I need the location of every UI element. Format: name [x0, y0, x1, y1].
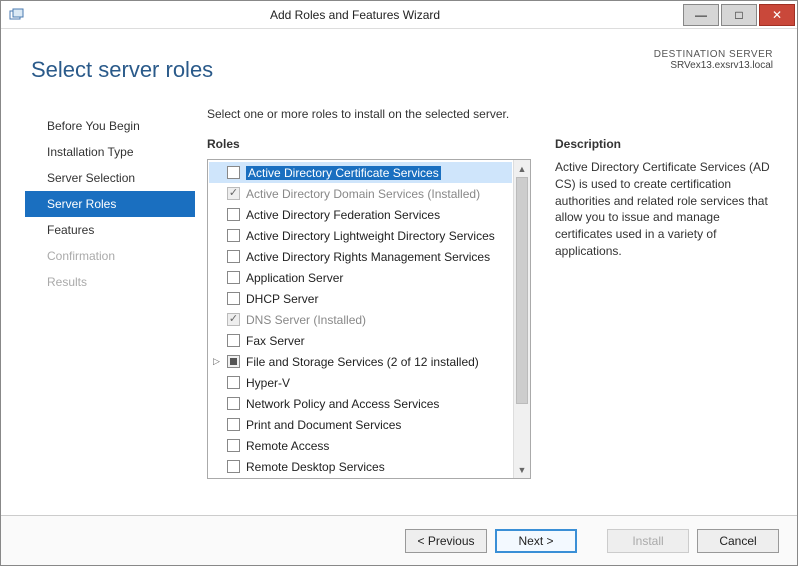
role-checkbox[interactable] [227, 271, 240, 284]
role-row[interactable]: DNS Server (Installed) [209, 309, 512, 330]
scroll-thumb[interactable] [516, 177, 528, 404]
role-label: DNS Server (Installed) [246, 313, 366, 327]
nav-item-before-you-begin[interactable]: Before You Begin [25, 113, 195, 139]
close-button[interactable]: ✕ [759, 4, 795, 26]
role-checkbox[interactable] [227, 439, 240, 452]
role-label: Active Directory Domain Services (Instal… [246, 187, 480, 201]
expander-icon[interactable]: ▷ [213, 356, 220, 367]
role-label: Active Directory Certificate Services [246, 166, 441, 180]
previous-button[interactable]: < Previous [405, 529, 487, 553]
role-checkbox[interactable] [227, 292, 240, 305]
description-label: Description [555, 137, 773, 151]
role-row[interactable]: Active Directory Lightweight Directory S… [209, 225, 512, 246]
role-label: DHCP Server [246, 292, 318, 306]
role-row[interactable]: Network Policy and Access Services [209, 393, 512, 414]
cancel-button[interactable]: Cancel [697, 529, 779, 553]
wizard-footer: < Previous Next > Install Cancel [1, 515, 797, 565]
role-row[interactable]: DHCP Server [209, 288, 512, 309]
role-row[interactable]: Active Directory Domain Services (Instal… [209, 183, 512, 204]
role-row[interactable]: ▷ File and Storage Services (2 of 12 inst… [209, 351, 512, 372]
role-checkbox[interactable] [227, 355, 240, 368]
role-row[interactable]: Hyper-V [209, 372, 512, 393]
role-row[interactable]: Remote Desktop Services [209, 456, 512, 477]
role-label: Fax Server [246, 334, 305, 348]
scroll-up-icon[interactable]: ▲ [514, 160, 530, 177]
role-label: Active Directory Rights Management Servi… [246, 250, 490, 264]
nav-item-results: Results [25, 269, 195, 295]
role-row[interactable]: Active Directory Federation Services [209, 204, 512, 225]
roles-scrollbar[interactable]: ▲ ▼ [513, 160, 530, 478]
role-label: Application Server [246, 271, 343, 285]
role-row[interactable]: Application Server [209, 267, 512, 288]
role-checkbox[interactable] [227, 418, 240, 431]
scroll-down-icon[interactable]: ▼ [514, 461, 530, 478]
role-row[interactable]: Remote Access [209, 435, 512, 456]
role-checkbox[interactable] [227, 397, 240, 410]
role-checkbox[interactable] [227, 460, 240, 473]
role-row[interactable]: Print and Document Services [209, 414, 512, 435]
role-checkbox[interactable] [227, 166, 240, 179]
description-text: Active Directory Certificate Services (A… [555, 159, 773, 260]
next-button[interactable]: Next > [495, 529, 577, 553]
minimize-button[interactable]: — [683, 4, 719, 26]
window-title: Add Roles and Features Wizard [27, 8, 683, 22]
role-checkbox [227, 187, 240, 200]
app-icon [7, 5, 27, 25]
nav-item-server-selection[interactable]: Server Selection [25, 165, 195, 191]
install-button: Install [607, 529, 689, 553]
role-label: Network Policy and Access Services [246, 397, 439, 411]
role-label: Remote Desktop Services [246, 460, 385, 474]
role-checkbox[interactable] [227, 376, 240, 389]
role-checkbox[interactable] [227, 334, 240, 347]
roles-listbox[interactable]: Active Directory Certificate Services Act… [207, 159, 531, 479]
title-bar: Add Roles and Features Wizard — □ ✕ [1, 1, 797, 29]
nav-item-installation-type[interactable]: Installation Type [25, 139, 195, 165]
instruction-text: Select one or more roles to install on t… [207, 107, 773, 121]
role-checkbox[interactable] [227, 250, 240, 263]
role-row[interactable]: Fax Server [209, 330, 512, 351]
role-label: Active Directory Federation Services [246, 208, 440, 222]
nav-item-features[interactable]: Features [25, 217, 195, 243]
wizard-nav: Before You BeginInstallation TypeServer … [25, 107, 195, 479]
role-row[interactable]: Active Directory Certificate Services [209, 162, 512, 183]
role-checkbox[interactable] [227, 208, 240, 221]
maximize-button[interactable]: □ [721, 4, 757, 26]
role-checkbox[interactable] [227, 229, 240, 242]
role-label: Hyper-V [246, 376, 290, 390]
nav-item-server-roles[interactable]: Server Roles [25, 191, 195, 217]
role-label: Remote Access [246, 439, 329, 453]
page-title: Select server roles [31, 57, 773, 83]
role-label: Active Directory Lightweight Directory S… [246, 229, 495, 243]
role-checkbox [227, 313, 240, 326]
role-row[interactable]: Active Directory Rights Management Servi… [209, 246, 512, 267]
roles-label: Roles [207, 137, 531, 151]
nav-item-confirmation: Confirmation [25, 243, 195, 269]
role-label: Print and Document Services [246, 418, 401, 432]
role-label: File and Storage Services (2 of 12 insta… [246, 355, 479, 369]
